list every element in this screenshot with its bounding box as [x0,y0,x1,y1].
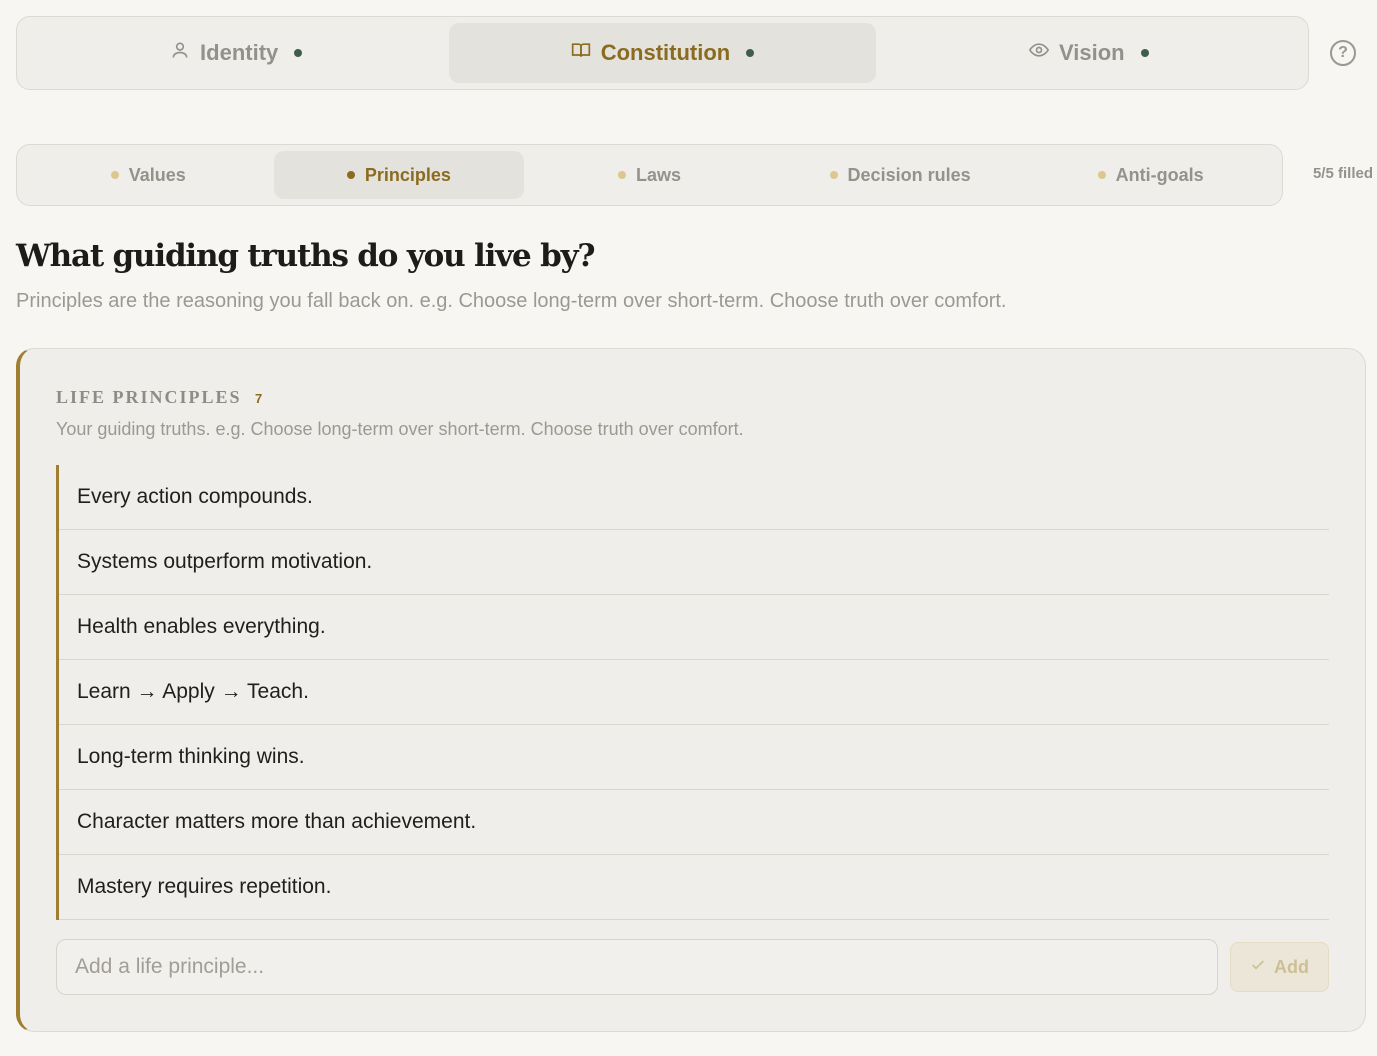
status-dot [1097,171,1106,179]
tab-identity[interactable]: Identity [23,23,449,83]
list-item[interactable]: Learn → Apply → Teach. [59,660,1329,725]
tab-values[interactable]: Values [23,151,274,199]
add-principle-field [56,939,1218,995]
book-icon [571,40,591,66]
status-dot [346,171,355,179]
eye-icon [1028,40,1050,66]
person-icon [170,40,190,66]
tab-decision-rules-label: Decision rules [847,164,971,185]
add-button[interactable]: Add [1230,942,1329,992]
life-principles-card: LIFE PRINCIPLES 7 Your guiding truths. e… [16,348,1366,1032]
item-count-badge: 7 [255,391,263,406]
list-item[interactable]: Health enables everything. [59,595,1329,660]
add-button-label: Add [1274,956,1309,977]
status-dot [294,49,303,57]
tab-principles[interactable]: Principles [273,151,525,199]
tab-constitution[interactable]: Constitution [449,23,876,83]
status-dot [110,171,119,179]
tab-laws[interactable]: Laws [524,151,775,199]
help-icon[interactable]: ? [1330,40,1356,66]
tab-vision-label: Vision [1059,40,1125,65]
list-item[interactable]: Character matters more than achievement. [59,790,1329,855]
status-dot [1140,49,1149,57]
page-title: What guiding truths do you live by? [16,238,596,274]
tab-anti-goals-label: Anti-goals [1115,164,1204,185]
tab-identity-label: Identity [200,40,279,65]
add-principle-input[interactable] [57,940,1217,994]
status-dot [617,171,626,179]
tab-anti-goals[interactable]: Anti-goals [1025,151,1276,199]
section-tabs: Values Principles Laws Decision rules An… [16,144,1283,206]
list-item[interactable]: Long-term thinking wins. [59,725,1329,790]
page-subtitle: Principles are the reasoning you fall ba… [16,290,1007,312]
tab-constitution-label: Constitution [600,40,731,65]
tab-principles-label: Principles [364,164,451,185]
status-dot [829,171,838,179]
list-item[interactable]: Mastery requires repetition. [59,855,1329,920]
tab-values-label: Values [128,164,186,185]
tab-decision-rules[interactable]: Decision rules [775,151,1026,199]
check-icon [1250,957,1266,978]
card-description: Your guiding truths. e.g. Choose long-te… [56,419,744,439]
card-title: LIFE PRINCIPLES [56,387,242,407]
top-nav-tabs: Identity Constitution Vision [16,16,1309,90]
list-item[interactable]: Every action compounds. [59,465,1329,530]
principles-list: Every action compounds. Systems outperfo… [56,465,1329,920]
status-dot [746,49,755,57]
tab-laws-label: Laws [635,164,681,185]
tab-vision[interactable]: Vision [876,23,1302,83]
filled-status: 5/5 filled [1312,165,1373,182]
list-item[interactable]: Systems outperform motivation. [59,530,1329,595]
